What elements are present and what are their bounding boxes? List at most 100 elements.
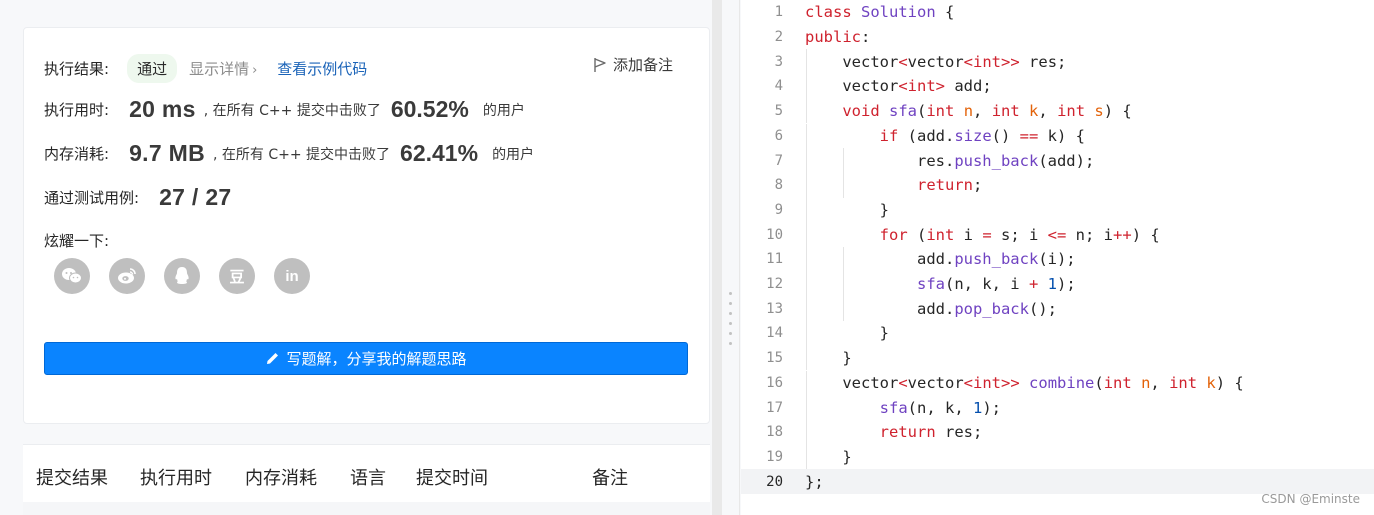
line-number: 12 <box>766 276 783 293</box>
line-number: 19 <box>766 448 783 465</box>
result-card: 执行结果: 通过 显示详情 › 查看示例代码 添加备注 执行用时: 20 ms ,… <box>23 27 710 424</box>
pencil-icon <box>267 353 279 364</box>
code-text: if (add.size() == k) { <box>879 126 1085 145</box>
line-number: 14 <box>766 325 783 342</box>
result-panel: 执行结果: 通过 显示详情 › 查看示例代码 添加备注 执行用时: 20 ms ,… <box>0 0 712 515</box>
code-line[interactable]: 20}; <box>741 469 1374 494</box>
tests-row: 通过测试用例: 27 / 27 <box>44 184 232 211</box>
code-line[interactable]: 19 } <box>741 444 1374 470</box>
memory-tail-text: 的用户 <box>492 146 535 163</box>
code-line[interactable]: 2 public: <box>741 25 1374 50</box>
code-editor[interactable]: 1 class Solution { 2 public: 3 vector<vector… <box>741 0 1374 515</box>
code-line[interactable]: 3 vector<vector<int>> res; <box>741 49 1374 75</box>
code-text: public: <box>805 28 871 47</box>
runtime-label: 执行用时: <box>44 101 110 119</box>
code-line[interactable]: 18 return res; <box>741 419 1374 445</box>
column-header-time[interactable]: 提交时间 <box>416 464 488 490</box>
memory-label: 内存消耗: <box>44 145 110 163</box>
line-number: 11 <box>766 251 783 268</box>
linkedin-icon[interactable]: in <box>274 258 310 294</box>
code-text: } <box>805 200 889 219</box>
line-number: 15 <box>766 350 783 367</box>
panel-resize-handle[interactable] <box>722 0 740 515</box>
line-number: 2 <box>774 29 783 46</box>
wechat-icon[interactable] <box>54 258 90 294</box>
code-text: vector<int> add; <box>805 77 992 96</box>
douban-glyph: 豆 <box>229 268 245 286</box>
code-text: } <box>805 447 852 466</box>
code-line[interactable]: 14 } <box>741 321 1374 346</box>
share-label-row: 炫耀一下: <box>44 230 109 251</box>
runtime-beat-text: , 在所有 C++ 提交中击败了 <box>203 102 381 119</box>
show-details-label: 显示详情 <box>189 60 250 78</box>
runtime-value: 20 ms <box>129 96 196 122</box>
line-number: 6 <box>774 127 783 144</box>
tests-value: 27 / 27 <box>159 184 232 210</box>
submissions-table: 提交结果 执行用时 内存消耗 语言 提交时间 备注 <box>23 444 710 515</box>
code-line[interactable]: 1 class Solution { <box>741 0 1374 25</box>
code-line[interactable]: 17 sfa(n, k, 1); <box>741 395 1374 420</box>
submissions-header: 提交结果 执行用时 内存消耗 语言 提交时间 备注 <box>23 445 710 503</box>
code-line[interactable]: 7 res.push_back(add); <box>741 148 1374 173</box>
show-details-link[interactable]: 显示详情 › <box>189 58 257 79</box>
status-row: 执行结果: 通过 显示详情 › 查看示例代码 <box>44 54 367 83</box>
code-line[interactable]: 5 void sfa(int n, int k, int s) { <box>741 98 1374 124</box>
column-header-memory[interactable]: 内存消耗 <box>245 464 317 490</box>
status-label: 执行结果: <box>44 60 110 78</box>
code-line[interactable]: 8 return; <box>741 172 1374 198</box>
code-text: for (int i = s; i <= n; i++) { <box>879 225 1160 244</box>
grip-dot <box>729 342 732 345</box>
write-solution-button[interactable]: 写题解，分享我的解题思路 <box>44 342 688 375</box>
grip-dot <box>729 322 732 325</box>
watermark: CSDN @Eminste <box>1261 492 1360 506</box>
code-line[interactable]: 4 vector<int> add; <box>741 74 1374 99</box>
flag-icon <box>594 57 606 72</box>
qq-icon[interactable] <box>164 258 200 294</box>
line-number: 4 <box>774 78 783 95</box>
column-header-note[interactable]: 备注 <box>592 464 628 490</box>
line-number: 7 <box>774 152 783 169</box>
code-line[interactable]: 6 if (add.size() == k) { <box>741 123 1374 149</box>
code-text: } <box>805 349 852 368</box>
code-line[interactable]: 16 vector<vector<int>> combine(int n, in… <box>741 370 1374 396</box>
code-line[interactable]: 15 } <box>741 345 1374 371</box>
share-label: 炫耀一下: <box>44 232 110 250</box>
linkedin-glyph: in <box>285 267 299 285</box>
column-header-result[interactable]: 提交结果 <box>36 464 108 490</box>
view-example-code-link[interactable]: 查看示例代码 <box>277 58 367 79</box>
column-header-runtime[interactable]: 执行用时 <box>140 464 212 490</box>
code-text: class Solution { <box>805 3 955 22</box>
memory-row: 内存消耗: 9.7 MB , 在所有 C++ 提交中击败了 62.41% 的用户 <box>44 140 534 167</box>
code-text: void sfa(int n, int k, int s) { <box>842 102 1132 121</box>
code-text: return; <box>916 176 983 195</box>
code-line[interactable]: 12 sfa(n, k, i + 1); <box>741 271 1374 297</box>
column-header-language[interactable]: 语言 <box>350 464 386 490</box>
add-note-button[interactable]: 添加备注 <box>593 54 673 75</box>
line-number: 18 <box>766 424 783 441</box>
table-row <box>23 502 710 515</box>
code-text: sfa(n, k, i + 1); <box>916 275 1076 294</box>
code-text: add.pop_back(); <box>805 299 1057 318</box>
code-text: res.push_back(add); <box>805 151 1095 170</box>
tests-label: 通过测试用例: <box>44 189 140 207</box>
code-line[interactable]: 9 } <box>741 197 1374 223</box>
code-text: sfa(n, k, 1); <box>879 398 1001 417</box>
douban-icon[interactable]: 豆 <box>219 258 255 294</box>
line-number: 8 <box>774 177 783 194</box>
left-panel-scrollbar[interactable] <box>712 0 722 515</box>
code-line[interactable]: 11 add.push_back(i); <box>741 247 1374 272</box>
weibo-icon[interactable] <box>109 258 145 294</box>
code-text: vector<vector<int>> combine(int n, int k… <box>805 373 1244 392</box>
code-text: vector<vector<int>> res; <box>805 52 1067 71</box>
grip-dot <box>729 312 732 315</box>
line-number: 5 <box>774 103 783 120</box>
line-number: 20 <box>766 473 783 490</box>
code-line[interactable]: 10 for (int i = s; i <= n; i++) { <box>741 222 1374 247</box>
status-badge: 通过 <box>127 54 178 83</box>
code-text: add.push_back(i); <box>805 250 1076 269</box>
code-text: return res; <box>879 423 983 442</box>
memory-value: 9.7 MB <box>129 140 205 166</box>
line-number: 17 <box>766 399 783 416</box>
line-number: 13 <box>766 300 783 317</box>
code-line[interactable]: 13 add.pop_back(); <box>741 296 1374 322</box>
